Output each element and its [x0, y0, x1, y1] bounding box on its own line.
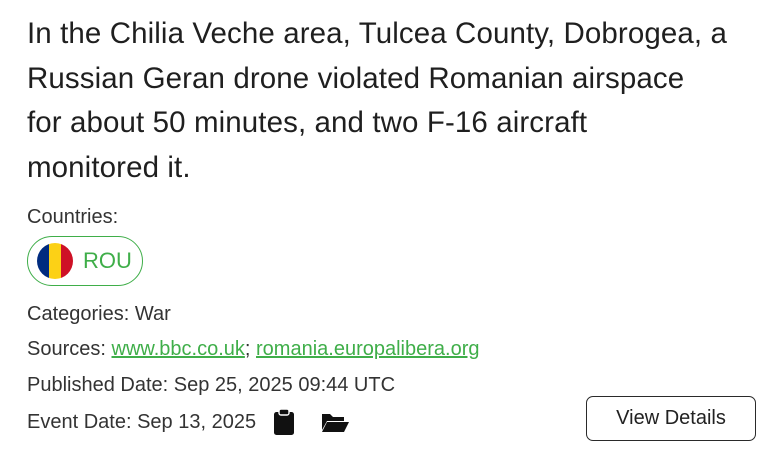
- event-headline: In the Chilia Veche area, Tulcea County,…: [27, 17, 727, 184]
- source-link-bbc[interactable]: www.bbc.co.uk: [112, 338, 245, 360]
- romania-flag-icon: [37, 243, 73, 279]
- sources-line: Sources: www.bbc.co.uk; romania.europali…: [27, 337, 767, 361]
- categories-value: War: [134, 303, 171, 325]
- published-label: Published Date:: [27, 374, 169, 396]
- published-value: Sep 25, 2025 09:44 UTC: [173, 374, 396, 396]
- event-card: In the Chilia Veche area, Tulcea County,…: [27, 12, 767, 436]
- categories-label: Categories:: [27, 303, 130, 325]
- view-details-button[interactable]: View Details: [586, 396, 756, 441]
- country-pill-rou[interactable]: ROU: [27, 236, 143, 286]
- event-value: Sep 13, 2025: [137, 411, 257, 433]
- event-label: Event Date:: [27, 411, 132, 433]
- countries-label: Countries:: [27, 206, 119, 228]
- sources-separator: ;: [244, 338, 251, 360]
- folder-open-icon[interactable]: [320, 410, 350, 434]
- source-link-europalibera[interactable]: romania.europalibera.org: [256, 338, 479, 360]
- clipboard-icon[interactable]: [272, 408, 296, 436]
- country-code: ROU: [83, 248, 132, 273]
- published-line: Published Date: Sep 25, 2025 09:44 UTC: [27, 373, 767, 397]
- categories-line: Categories: War: [27, 302, 767, 326]
- sources-label: Sources:: [27, 338, 106, 360]
